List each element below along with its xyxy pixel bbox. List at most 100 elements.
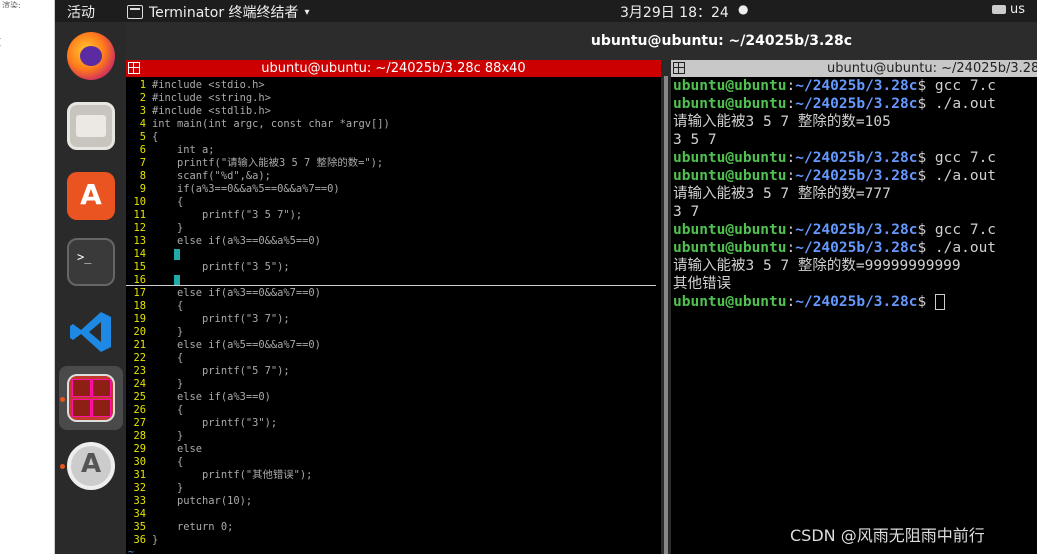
software-updater-icon[interactable]: A [67, 442, 115, 490]
prompt-user: ubuntu@ubuntu [673, 240, 787, 256]
code-line[interactable]: 32 } [126, 482, 661, 495]
code-text: { [152, 300, 184, 312]
app-store-icon[interactable]: A [67, 172, 115, 220]
command-text: gcc 7.c [926, 78, 997, 94]
editor-pane[interactable]: ubuntu@ubuntu: ~/24025b/3.28c 88x40 1 #in… [126, 60, 661, 558]
line-number: 17 [133, 287, 146, 299]
code-line[interactable]: 34 [126, 508, 661, 521]
app-menu[interactable]: Terminator 终端终结者 ▾ [127, 2, 310, 22]
code-line[interactable]: 20 } [126, 326, 661, 339]
command-text: ./a.out [926, 96, 997, 112]
prompt-path: ~/24025b/3.28c [795, 222, 918, 238]
code-line[interactable]: 7 printf("请输入能被3 5 7 整除的数="); [126, 157, 661, 170]
code-line[interactable]: 12 } [126, 222, 661, 235]
code-line[interactable]: 2 #include <string.h> [126, 92, 661, 105]
terminal-icon[interactable]: >_ [67, 238, 115, 286]
notification-dot-icon: ● [738, 2, 749, 16]
line-number: 35 [133, 521, 146, 533]
shell-pane[interactable]: ubuntu@ubuntu: ~/24025b/3.28c ubuntu@ubu… [671, 60, 1037, 554]
terminal-small-icon [127, 5, 143, 19]
prompt-line: ubuntu@ubuntu:~/24025b/3.28c$ gcc 7.c [673, 149, 1037, 167]
code-line[interactable]: 36} [126, 534, 661, 547]
vscode-icon[interactable] [67, 308, 115, 356]
terminator-window: ubuntu@ubuntu: ~/24025b/3.28c ubuntu@ubu… [126, 22, 1037, 558]
code-text: printf("3 5"); [152, 261, 290, 273]
prompt-symbol: $ [917, 96, 927, 112]
line-number: 7 [139, 157, 146, 169]
code-text: return 0; [152, 521, 234, 533]
code-line[interactable]: 26 { [126, 404, 661, 417]
code-line[interactable]: 25 else if(a%3==0) [126, 391, 661, 404]
app-store-glyph: A [80, 178, 102, 211]
prompt-path: ~/24025b/3.28c [795, 96, 918, 112]
line-number: 36 [133, 534, 146, 546]
command-text: ./a.out [926, 168, 997, 184]
code-line[interactable]: 14 [126, 248, 661, 261]
prompt-path: ~/24025b/3.28c [795, 240, 918, 256]
prompt-user: ubuntu@ubuntu [673, 168, 787, 184]
code-line[interactable]: 13 else if(a%3==0&&a%5==0) [126, 235, 661, 248]
prompt-separator: : [786, 150, 796, 166]
code-listing[interactable]: 1 #include <stdio.h> 2 #include <string.h> 3… [126, 77, 661, 547]
code-line[interactable]: 11 printf("3 5 7"); [126, 209, 661, 222]
code-line[interactable]: 5{ [126, 131, 661, 144]
prompt-line: ubuntu@ubuntu:~/24025b/3.28c$ gcc 7.c [673, 221, 1037, 239]
code-line[interactable]: 27 printf("3"); [126, 417, 661, 430]
code-text: #include <string.h> [152, 92, 271, 104]
line-number: 23 [133, 365, 146, 377]
code-line[interactable]: 23 printf("5 7"); [126, 365, 661, 378]
code-line[interactable]: 21 else if(a%5==0&&a%7==0) [126, 339, 661, 352]
code-line[interactable]: 9 if(a%3==0&&a%5==0&&a%7==0) [126, 183, 661, 196]
code-text: putchar(10); [152, 495, 253, 507]
code-line[interactable]: 17 else if(a%3==0&&a%7==0) [126, 287, 661, 300]
prompt-user: ubuntu@ubuntu [673, 294, 787, 310]
code-line[interactable]: 24 } [126, 378, 661, 391]
running-indicator [60, 464, 65, 469]
pane-splitter[interactable] [661, 60, 671, 554]
line-number: 2 [139, 92, 146, 104]
line-number: 4 [139, 118, 146, 130]
grid-icon[interactable] [673, 62, 685, 74]
code-line[interactable]: 29 else [126, 443, 661, 456]
code-line[interactable]: 31 printf("其他错误"); [126, 469, 661, 482]
code-line[interactable]: 28 } [126, 430, 661, 443]
code-line[interactable]: 15 printf("3 5"); [126, 261, 661, 274]
grid-icon[interactable] [128, 62, 140, 74]
prompt-separator: : [786, 78, 796, 94]
code-text: else if(a%5==0&&a%7==0) [152, 339, 321, 351]
code-line[interactable]: 6 int a; [126, 144, 661, 157]
prompt-separator: : [786, 96, 796, 112]
prompt-user: ubuntu@ubuntu [673, 222, 787, 238]
code-line[interactable]: 19 printf("3 7"); [126, 313, 661, 326]
code-line[interactable]: 10 { [126, 196, 661, 209]
prompt-line: ubuntu@ubuntu:~/24025b/3.28c$ ./a.out [673, 167, 1037, 185]
terminal-output[interactable]: ubuntu@ubuntu:~/24025b/3.28c$ gcc 7.c ubu… [671, 77, 1037, 311]
code-line[interactable]: 35 return 0; [126, 521, 661, 534]
code-line[interactable]: 4 int main(int argc, const char *argv[]) [126, 118, 661, 131]
code-line[interactable]: 30 { [126, 456, 661, 469]
code-line[interactable]: 22 { [126, 352, 661, 365]
code-line[interactable]: 33 putchar(10); [126, 495, 661, 508]
prompt-path: ~/24025b/3.28c [795, 294, 918, 310]
line-number: 28 [133, 430, 146, 442]
firefox-icon[interactable] [67, 32, 115, 80]
code-text: } [152, 430, 184, 442]
terminator-icon[interactable] [67, 374, 115, 422]
line-number: 1 [139, 79, 146, 91]
line-number: 3 [139, 105, 146, 117]
code-line[interactable]: 1 #include <stdio.h> [126, 79, 661, 92]
code-line[interactable]: 3 #include <stdlib.h> [126, 105, 661, 118]
clock[interactable]: 3月29日 18：24 [620, 2, 729, 22]
prompt-symbol: $ [917, 78, 927, 94]
output-line: 请输入能被3 5 7 整除的数=105 [673, 114, 891, 130]
code-line[interactable]: 18 { [126, 300, 661, 313]
activities-button[interactable]: 活动 [67, 2, 95, 22]
code-text: } [152, 534, 159, 546]
system-tray[interactable]: us [991, 2, 1025, 17]
code-text: if(a%3==0&&a%5==0&&a%7==0) [152, 183, 340, 195]
files-icon[interactable] [67, 102, 115, 150]
dock: A >_ A [55, 22, 126, 554]
prompt-symbol: $ [917, 150, 927, 166]
code-text: { [152, 131, 159, 143]
code-line[interactable]: 8 scanf("%d",&a); [126, 170, 661, 183]
